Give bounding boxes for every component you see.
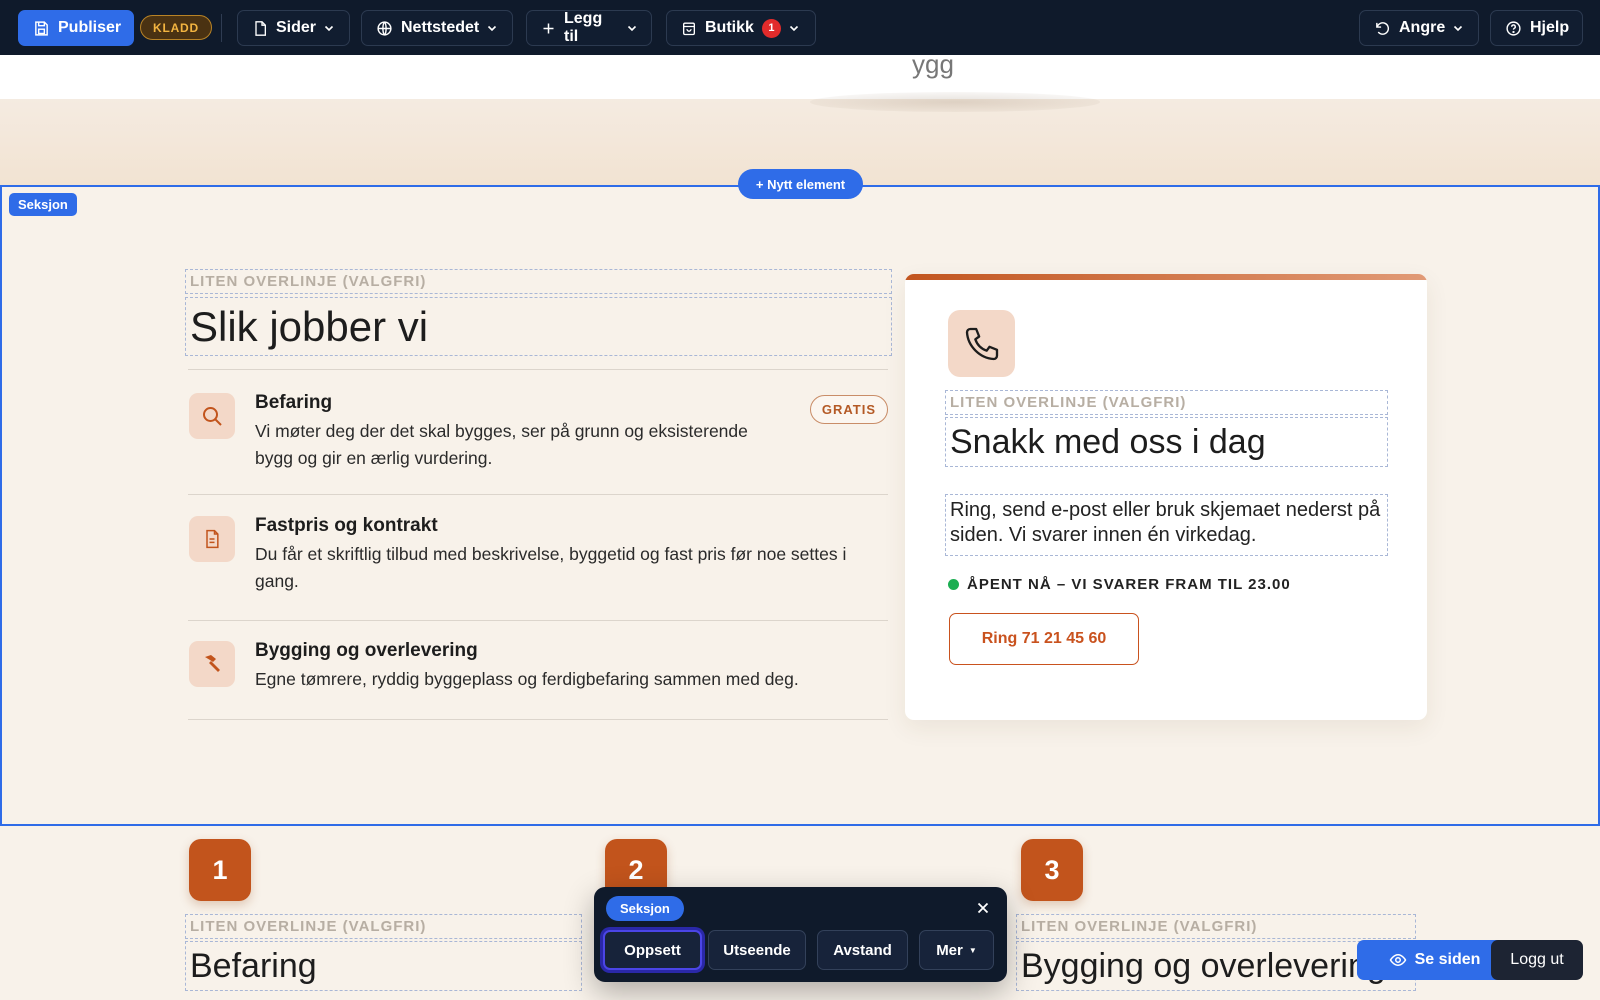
step-title[interactable]: Bygging og overlevering: [255, 640, 478, 662]
eyebrow-placeholder[interactable]: LITEN OVERLINJE (VALGFRI): [185, 269, 892, 294]
close-icon[interactable]: [975, 900, 991, 916]
preview-label: Se siden: [1414, 951, 1481, 968]
tab-layout[interactable]: Oppsett: [603, 930, 702, 970]
tab-appearance[interactable]: Utseende: [708, 930, 806, 970]
decorative-shadow: [810, 92, 1100, 112]
tab-spacing[interactable]: Avstand: [817, 930, 908, 970]
page-icon: [255, 20, 266, 36]
site-label: Nettstedet: [401, 19, 480, 36]
eyebrow-placeholder[interactable]: LITEN OVERLINJE (VALGFRI): [1016, 914, 1416, 939]
site-menu-button[interactable]: Nettstedet: [361, 10, 513, 46]
shop-label: Butikk: [705, 19, 754, 36]
publish-label: Publiser: [58, 19, 122, 36]
step-description[interactable]: Vi møter deg der det skal bygges, ser på…: [255, 418, 785, 472]
add-label: Legg til: [564, 10, 603, 45]
step-number-badge: 3: [1021, 839, 1083, 901]
draft-badge: KLADD: [140, 15, 212, 40]
phone-icon: [948, 310, 1015, 377]
step-heading[interactable]: Befaring: [185, 941, 582, 991]
shop-menu-button[interactable]: Butikk 1: [666, 10, 816, 46]
publish-button[interactable]: Publiser: [18, 10, 134, 46]
caret-down-icon: ▼: [968, 945, 977, 955]
shop-count-badge: 1: [761, 18, 781, 38]
save-icon: [35, 20, 48, 36]
free-badge: GRATIS: [809, 395, 888, 424]
help-icon: [1506, 20, 1521, 36]
chevron-down-icon: [1454, 25, 1463, 32]
more-label: Mer: [936, 941, 963, 959]
step-heading[interactable]: Bygging og overlevering: [1016, 941, 1416, 991]
card-description[interactable]: Ring, send e-post eller bruk skjemaet ne…: [945, 494, 1388, 556]
add-menu-button[interactable]: Legg til: [526, 10, 652, 46]
call-button[interactable]: Ring 71 21 45 60: [949, 613, 1139, 665]
undo-icon: [1376, 21, 1390, 35]
document-icon: [189, 516, 235, 562]
step-description[interactable]: Egne tømrere, ryddig byggeplass og ferdi…: [255, 666, 885, 693]
card-heading[interactable]: Snakk med oss i dag: [945, 417, 1388, 467]
chevron-down-icon: [789, 25, 798, 32]
help-button[interactable]: Hjelp: [1490, 10, 1583, 46]
editor-toolbar: Publiser KLADD Sider Nettstedet Legg til…: [0, 0, 1600, 55]
pages-label: Sider: [276, 19, 317, 36]
undo-label: Angre: [1399, 19, 1446, 36]
toolbar-divider: [221, 14, 222, 42]
new-element-button[interactable]: + Nytt element: [738, 169, 863, 199]
eyebrow-placeholder[interactable]: LITEN OVERLINJE (VALGFRI): [185, 914, 582, 939]
chevron-down-icon: [488, 25, 497, 32]
chevron-down-icon: [627, 25, 637, 32]
undo-button[interactable]: Angre: [1359, 10, 1479, 46]
help-label: Hjelp: [1530, 19, 1570, 36]
hammer-icon: [189, 641, 235, 687]
section-toolbar-tag: Seksjon: [606, 896, 684, 921]
eyebrow-placeholder[interactable]: LITEN OVERLINJE (VALGFRI): [945, 390, 1388, 415]
card-accent-bar: [905, 274, 1427, 280]
section-tag[interactable]: Seksjon: [9, 193, 77, 216]
process-step: Befaring Vi møter deg der det skal bygge…: [188, 369, 888, 494]
globe-icon: [377, 20, 392, 36]
step-description[interactable]: Du får et skriftlig tilbud med beskrivel…: [255, 541, 885, 595]
shopping-bag-icon: [683, 22, 695, 35]
pages-menu-button[interactable]: Sider: [237, 10, 350, 46]
step-title[interactable]: Fastpris og kontrakt: [255, 515, 438, 537]
chevron-down-icon: [324, 25, 334, 32]
eye-icon: [1389, 953, 1406, 967]
plus-icon: [543, 23, 554, 33]
search-icon: [189, 393, 235, 439]
process-step: Bygging og overlevering Egne tømrere, ry…: [188, 620, 888, 720]
previous-section: ygg: [0, 49, 1600, 99]
contact-card: LITEN OVERLINJE (VALGFRI) Snakk med oss …: [905, 274, 1427, 720]
logout-button[interactable]: Logg ut: [1491, 940, 1583, 980]
step-number-badge: 1: [189, 839, 251, 901]
section-toolbar: Seksjon Oppsett Utseende Avstand Mer ▼: [594, 887, 1007, 982]
opening-status-text: ÅPENT NÅ – VI SVARER FRAM TIL 23.00: [967, 576, 1291, 593]
opening-status: ÅPENT NÅ – VI SVARER FRAM TIL 23.00: [948, 576, 1291, 593]
process-step: Fastpris og kontrakt Du får et skriftlig…: [188, 494, 888, 620]
step-title[interactable]: Befaring: [255, 392, 332, 414]
status-dot: [948, 579, 959, 590]
preview-site-button[interactable]: Se siden: [1357, 940, 1512, 980]
more-menu-button[interactable]: Mer ▼: [919, 930, 994, 970]
section-heading[interactable]: Slik jobber vi: [185, 297, 892, 356]
